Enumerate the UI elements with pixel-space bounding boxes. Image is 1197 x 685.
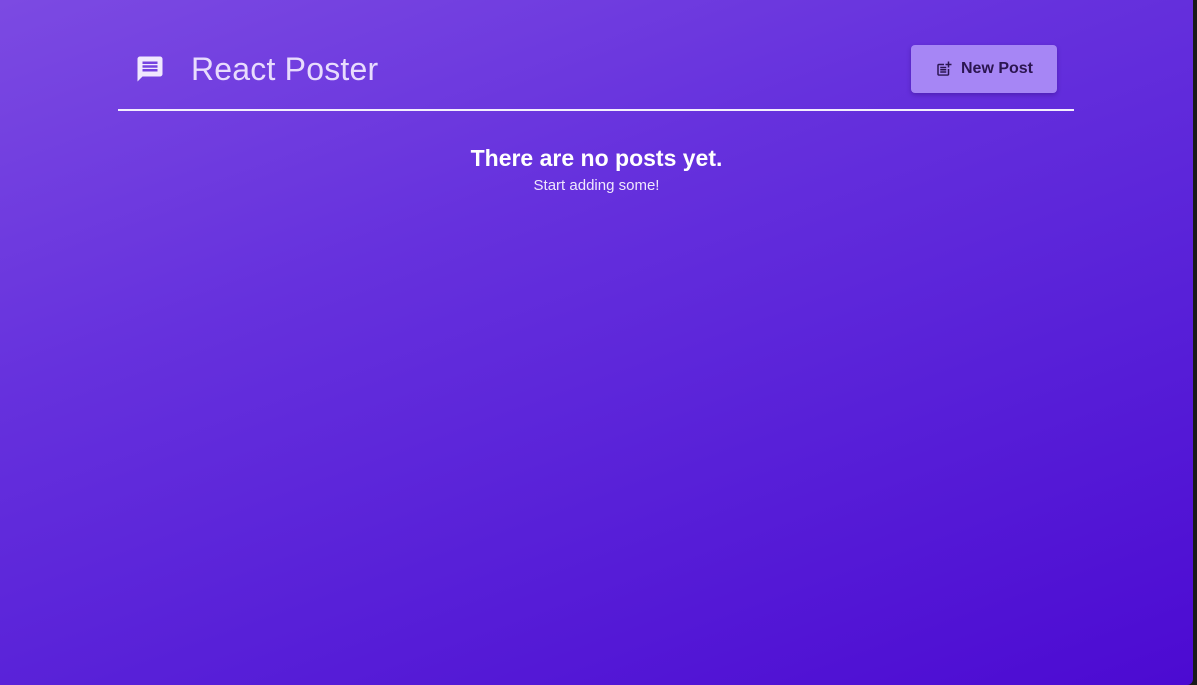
empty-state-title: There are no posts yet.: [470, 145, 723, 171]
logo: React Poster: [135, 52, 378, 86]
empty-state: There are no posts yet. Start adding som…: [0, 142, 1193, 196]
app-window: React Poster New Post There are no posts…: [0, 0, 1193, 685]
main-header: React Poster New Post: [118, 0, 1074, 111]
post-add-icon: [935, 60, 953, 78]
new-post-label: New Post: [960, 60, 1033, 77]
new-post-button[interactable]: New Post: [911, 45, 1057, 93]
message-icon: [135, 54, 165, 84]
app-title: React Poster: [191, 51, 379, 87]
empty-state-subtitle: Start adding some!: [533, 177, 660, 194]
